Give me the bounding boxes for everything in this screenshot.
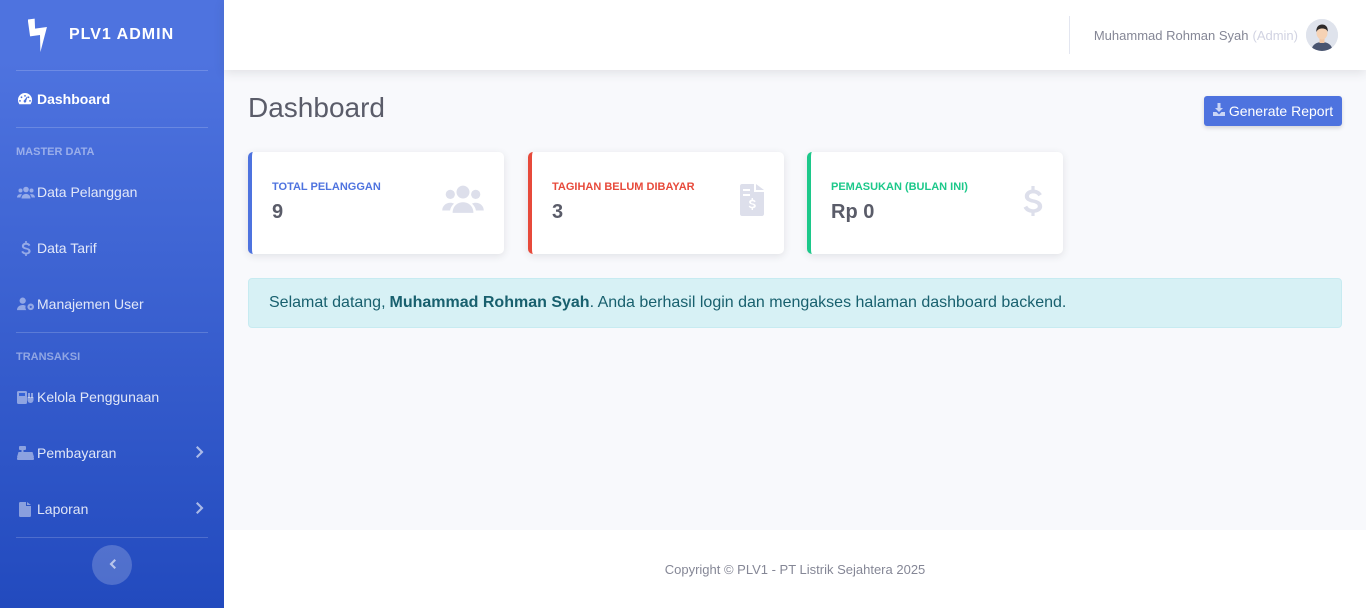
sidebar-item-manajemen-user[interactable]: Manajemen User — [0, 276, 224, 332]
generate-report-button[interactable]: Generate Report — [1204, 96, 1342, 126]
stat-card-value: 3 — [552, 201, 564, 223]
chevron-left-icon — [109, 556, 116, 574]
users-icon — [17, 184, 35, 200]
cash-register-icon — [17, 445, 35, 461]
user-cog-icon — [17, 296, 35, 312]
download-icon — [1212, 103, 1229, 119]
tachometer-icon — [17, 91, 35, 107]
alert-user-name: Muhammad Rohman Syah — [389, 294, 590, 311]
topbar: Muhammad Rohman Syah (Admin) — [224, 0, 1366, 70]
sidebar-item-data-pelanggan[interactable]: Data Pelanggan — [0, 164, 224, 220]
alert-suffix: . Anda berhasil login dan mengakses hala… — [589, 294, 1067, 311]
stat-card-label: TAGIHAN BELUM DIBAYAR — [552, 181, 695, 193]
brand-link[interactable]: PLV1 ADMIN — [0, 0, 224, 70]
sidebar-item-laporan[interactable]: Laporan — [0, 481, 224, 537]
file-icon — [17, 501, 35, 517]
sidebar-toggle-button[interactable] — [92, 545, 132, 585]
brand-name: PLV1 ADMIN — [69, 26, 175, 43]
stat-card-label: TOTAL PELANGGAN — [272, 181, 381, 193]
chevron-right-icon — [196, 445, 204, 461]
stat-card-label: PEMASUKAN (BULAN INI) — [831, 181, 968, 193]
sidebar-item-label: Kelola Penggunaan — [37, 389, 160, 405]
file-invoice-dollar-icon — [740, 184, 764, 221]
sidebar-item-pembayaran[interactable]: Pembayaran — [0, 425, 224, 481]
stat-card-value: 9 — [272, 201, 284, 223]
generate-report-label: Generate Report — [1228, 103, 1334, 119]
sidebar-item-label: Pembayaran — [37, 445, 117, 461]
topbar-divider — [1069, 16, 1070, 54]
sidebar-divider — [16, 537, 208, 538]
sidebar-item-data-tarif[interactable]: Data Tarif — [0, 220, 224, 276]
stat-card-total-pelanggan: TOTAL PELANGGAN 9 — [248, 152, 504, 254]
sidebar-item-label: Laporan — [37, 501, 89, 517]
sidebar-item-label: Dashboard — [37, 91, 111, 107]
stat-card-value: Rp 0 — [831, 201, 875, 223]
sidebar-heading-master: MASTER DATA — [16, 146, 95, 158]
welcome-alert: Selamat datang, Muhammad Rohman Syah . A… — [248, 278, 1342, 328]
stat-card-tagihan-belum-dibayar: TAGIHAN BELUM DIBAYAR 3 — [528, 152, 784, 254]
sidebar: PLV1 ADMIN Dashboard MASTER DATA Data Pe… — [0, 0, 224, 608]
page-title: Dashboard — [248, 92, 385, 123]
user-name: Muhammad Rohman Syah — [1093, 27, 1249, 43]
stat-card-pemasukan: PEMASUKAN (BULAN INI) Rp 0 — [807, 152, 1063, 254]
dollar-icon — [17, 240, 35, 256]
chevron-right-icon — [196, 501, 204, 517]
footer: Copyright © PLV1 - PT Listrik Sejahtera … — [224, 530, 1366, 608]
plug-icon — [17, 389, 35, 405]
alert-prefix: Selamat datang, — [269, 294, 386, 311]
sidebar-item-kelola-penggunaan[interactable]: Kelola Penggunaan — [0, 369, 224, 425]
avatar[interactable] — [1306, 19, 1338, 51]
footer-copyright: Copyright © PLV1 - PT Listrik Sejahtera … — [664, 561, 926, 577]
user-role: (Admin) — [1252, 27, 1298, 43]
user-dropdown[interactable]: Muhammad Rohman Syah (Admin) — [1094, 19, 1338, 51]
sidebar-item-label: Data Pelanggan — [37, 184, 138, 200]
bolt-icon — [27, 18, 52, 53]
sidebar-item-label: Data Tarif — [37, 240, 97, 256]
sidebar-item-label: Manajemen User — [37, 296, 144, 312]
sidebar-heading-transaksi: TRANSAKSI — [16, 351, 81, 363]
users-icon — [442, 184, 484, 219]
dollar-sign-icon — [1023, 184, 1043, 223]
sidebar-item-dashboard[interactable]: Dashboard — [0, 71, 224, 127]
